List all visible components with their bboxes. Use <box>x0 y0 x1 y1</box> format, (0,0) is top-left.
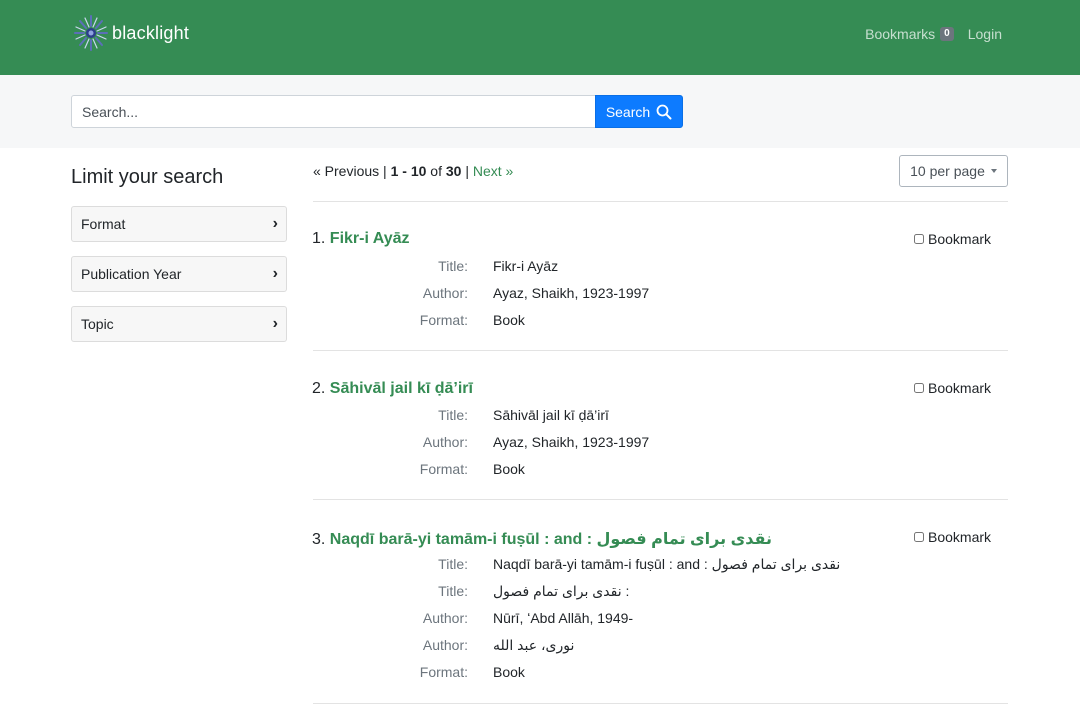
field-label: Title: <box>438 556 468 572</box>
document-title: 2. Sāhivāl jail kī ḍā’irī <box>312 380 473 398</box>
bookmark-toggle[interactable]: Bookmark <box>914 231 991 247</box>
facet-label: Publication Year <box>81 266 182 282</box>
document-title: 3. Naqdī barā-yi tamām-i fuṣūl : and : ن… <box>312 529 772 549</box>
field-value: Nūrī, ʻAbd Allāh, 1949- <box>493 610 634 626</box>
caret-down-icon <box>990 169 997 173</box>
field-label: Title: <box>438 258 468 274</box>
field-label: Format: <box>419 312 468 328</box>
field-value: Ayaz, Shaikh, 1923-1997 <box>493 434 650 450</box>
chevron-right-icon: › <box>272 265 278 282</box>
search-input[interactable] <box>71 95 596 128</box>
facet-label: Format <box>81 216 126 232</box>
field-value: Sāhivāl jail kī ḍā’irī <box>493 407 609 423</box>
bookmark-checkbox[interactable] <box>914 234 924 244</box>
bookmarks-label: Bookmarks <box>865 26 936 42</box>
range-start: 1 <box>390 163 399 179</box>
pagination-info: « Previous | 1 - 10 of 30 | Next » <box>313 163 513 179</box>
per-page-label: 10 per page <box>910 163 985 179</box>
brand-name: blacklight <box>112 22 190 43</box>
field-value: Ayaz, Shaikh, 1923-1997 <box>493 285 650 301</box>
field-label: Title: <box>438 583 468 599</box>
bookmarks-link[interactable]: Bookmarks 0 <box>865 26 954 42</box>
field-value: Fikr-i Ayāz <box>493 258 559 274</box>
field-label: Title: <box>438 407 468 423</box>
top-navbar: blacklight Bookmarks 0 Login <box>0 0 1080 75</box>
facet-publication-year[interactable]: Publication Year › <box>71 256 287 292</box>
previous-link: « Previous <box>313 163 380 179</box>
field-label: Author: <box>422 637 468 653</box>
document-title: 1. Fikr-i Ayāz <box>312 230 410 248</box>
search-button[interactable]: Search <box>595 95 683 128</box>
pager-separator: | <box>383 163 387 179</box>
range-dash: - <box>402 163 407 179</box>
brand-link[interactable]: blacklight <box>74 13 189 53</box>
document-title-link[interactable]: Sāhivāl jail kī ḍā’irī <box>330 380 473 397</box>
search-icon <box>656 104 672 119</box>
field-value: Book <box>493 664 525 680</box>
search-bar: Search <box>0 75 1080 148</box>
login-link[interactable]: Login <box>968 26 1002 42</box>
bookmark-label: Bookmark <box>928 231 992 247</box>
field-value: نقدی برای تمام فصول : <box>493 583 630 599</box>
facet-format[interactable]: Format › <box>71 206 287 242</box>
field-label: Format: <box>419 664 468 680</box>
divider <box>313 201 1008 202</box>
pager-separator: | <box>465 163 469 179</box>
field-label: Format: <box>419 461 468 477</box>
field-label: Author: <box>422 434 468 450</box>
bookmark-label: Bookmark <box>928 529 992 545</box>
chevron-right-icon: › <box>272 315 278 332</box>
bookmarks-count-badge: 0 <box>940 27 954 41</box>
bookmark-toggle[interactable]: Bookmark <box>914 529 991 545</box>
document-number: 1. <box>312 230 326 247</box>
bookmark-toggle[interactable]: Bookmark <box>914 380 991 396</box>
divider <box>313 350 1008 351</box>
document-number: 2. <box>312 380 326 397</box>
document-title-link[interactable]: Fikr-i Ayāz <box>330 230 410 247</box>
divider <box>313 703 1008 704</box>
search-button-label: Search <box>605 103 651 120</box>
per-page-dropdown[interactable]: 10 per page <box>899 155 1008 187</box>
next-link[interactable]: Next » <box>473 163 513 179</box>
navbar-links: Bookmarks 0 Login <box>865 26 1002 42</box>
range-end: 10 <box>410 163 427 179</box>
field-label: Author: <box>422 285 468 301</box>
of-label: of <box>430 163 442 179</box>
facet-label: Topic <box>81 316 114 332</box>
sidebar-title: Limit your search <box>71 166 224 188</box>
divider <box>313 499 1008 500</box>
field-value: Book <box>493 461 525 477</box>
field-value: نوری، عبد الله <box>493 637 575 653</box>
document-number: 3. <box>312 531 326 548</box>
field-value: Book <box>493 312 525 328</box>
bookmark-checkbox[interactable] <box>914 383 924 393</box>
document-title-link[interactable]: Naqdī barā-yi tamām-i fuṣūl : and : نقدی… <box>330 531 772 548</box>
chevron-right-icon: › <box>272 215 278 232</box>
blacklight-logo-icon <box>74 15 108 51</box>
bookmark-label: Bookmark <box>928 380 992 396</box>
bookmark-checkbox[interactable] <box>914 532 924 542</box>
field-value: Naqdī barā-yi tamām-i fuṣūl : and : نقدی… <box>493 556 841 572</box>
total-count: 30 <box>445 163 462 179</box>
field-label: Author: <box>422 610 468 626</box>
facet-topic[interactable]: Topic › <box>71 306 287 342</box>
